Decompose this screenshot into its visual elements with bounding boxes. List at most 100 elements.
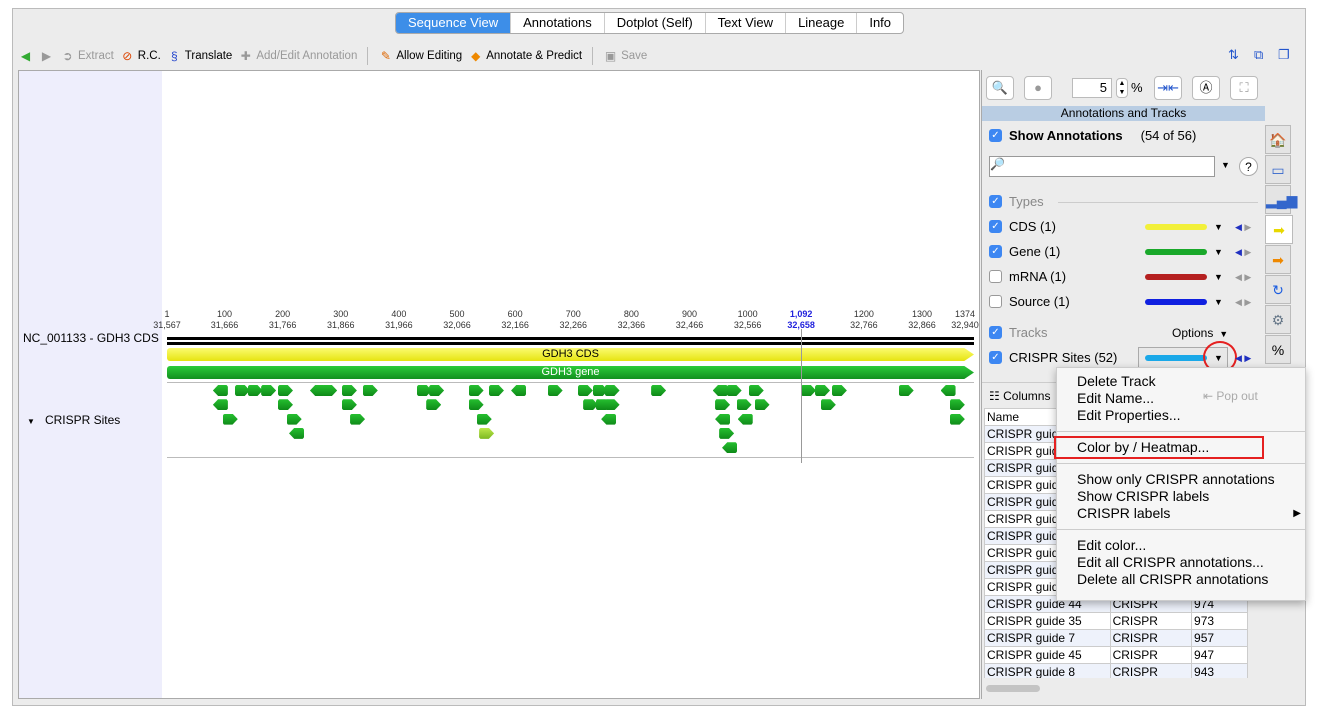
horizontal-scrollbar[interactable] (986, 685, 1040, 692)
type-dropdown-icon[interactable]: ▼ (1214, 272, 1223, 282)
track-nav-arrows[interactable]: ◀ ▶ (1235, 353, 1251, 364)
crispr-site[interactable] (322, 385, 338, 396)
split-view-icon[interactable]: ⇅ (1228, 47, 1239, 63)
show-annotations-checkbox[interactable]: ✓ (989, 129, 1002, 142)
type-checkbox[interactable]: ✓ (989, 220, 1002, 233)
type-color-swatch[interactable] (1145, 274, 1207, 280)
crispr-site[interactable] (831, 385, 847, 396)
statistics-tab[interactable]: % (1265, 335, 1291, 364)
translate-button[interactable]: § Translate (167, 49, 232, 64)
crispr-site[interactable] (651, 385, 667, 396)
type-dropdown-icon[interactable]: ▼ (1214, 222, 1223, 232)
crispr-site[interactable] (286, 413, 302, 425)
crispr-site[interactable] (583, 399, 599, 411)
menu-item-show-only-crispr-annotations[interactable]: Show only CRISPR annotations (1057, 471, 1305, 488)
crispr-site[interactable] (261, 385, 277, 396)
refresh-tab[interactable]: ↻ (1265, 275, 1291, 304)
crispr-site[interactable] (468, 399, 484, 411)
zoom-to-base-button[interactable]: Ⓐ (1192, 76, 1220, 100)
zoom-out-button[interactable]: ● (1024, 76, 1052, 100)
table-row[interactable]: CRISPR guide 7 CRISPR 957 (984, 629, 1248, 647)
crispr-site[interactable] (604, 399, 620, 411)
menu-item-show-crispr-labels[interactable]: Show CRISPR labels (1057, 488, 1305, 505)
add-edit-annotation-button[interactable]: ✚ Add/Edit Annotation (238, 49, 358, 64)
crispr-site[interactable] (476, 413, 492, 425)
crispr-site[interactable] (277, 385, 293, 396)
crispr-site[interactable] (949, 399, 965, 411)
zoom-stepper[interactable]: ▲ ▼ (1116, 78, 1128, 98)
crispr-site[interactable] (737, 413, 753, 425)
crispr-site[interactable] (577, 385, 593, 396)
graphs-tab[interactable]: ▂▄▆ (1265, 185, 1297, 214)
crispr-site[interactable] (736, 399, 752, 411)
menu-item-edit-properties[interactable]: Edit Properties... (1057, 407, 1305, 424)
crispr-site[interactable] (362, 385, 378, 396)
sequence-view[interactable]: NC_001133 - GDH3 CDS ▼ CRISPR Sites 1 31,… (18, 70, 980, 699)
type-nav-arrows[interactable]: ◀ ▶ (1235, 297, 1251, 308)
crispr-site[interactable] (289, 427, 305, 439)
settings-tab[interactable]: ⚙ (1265, 305, 1291, 334)
tracks-checkbox[interactable]: ✓ (989, 326, 1002, 339)
type-checkbox[interactable]: ✓ (989, 245, 1002, 258)
tab-lineage[interactable]: Lineage (786, 13, 858, 33)
crispr-site[interactable] (212, 385, 228, 396)
crispr-track-checkbox[interactable]: ✓ (989, 351, 1002, 364)
crispr-site[interactable] (511, 385, 527, 396)
annotations-tab[interactable]: ➡ (1265, 215, 1293, 244)
rc-button[interactable]: ⊘ R.C. (120, 49, 161, 64)
crispr-site[interactable] (341, 385, 357, 396)
tab-annotations[interactable]: Annotations (511, 13, 605, 33)
type-nav-arrows[interactable]: ◀ ▶ (1235, 272, 1251, 283)
crispr-site[interactable] (488, 385, 504, 396)
type-checkbox[interactable] (989, 295, 1002, 308)
crispr-site[interactable] (719, 427, 735, 439)
type-color-swatch[interactable] (1145, 249, 1207, 255)
crispr-site[interactable] (754, 399, 770, 411)
crispr-site[interactable] (350, 413, 366, 425)
table-row[interactable]: CRISPR guide 45 CRISPR 947 (984, 646, 1248, 664)
crispr-site[interactable] (247, 385, 263, 396)
crispr-site[interactable] (820, 399, 836, 411)
type-color-swatch[interactable] (1145, 299, 1207, 305)
menu-item-edit-color[interactable]: Edit color... (1057, 537, 1305, 554)
save-button[interactable]: ▣ Save (603, 49, 647, 64)
crispr-site[interactable] (722, 442, 738, 454)
type-dropdown-icon[interactable]: ▼ (1214, 297, 1223, 307)
menu-item-edit-all-crispr-annotations[interactable]: Edit all CRISPR annotations... (1057, 554, 1305, 571)
predict-tab[interactable]: ➡ (1265, 245, 1291, 274)
menu-item-delete-all-crispr-annotations[interactable]: Delete all CRISPR annotations (1057, 571, 1305, 588)
type-dropdown-icon[interactable]: ▼ (1214, 247, 1223, 257)
cds-annotation[interactable]: GDH3 CDS (167, 348, 974, 361)
types-checkbox[interactable]: ✓ (989, 195, 1002, 208)
type-nav-arrows[interactable]: ◀ ▶ (1235, 222, 1251, 233)
tab-info[interactable]: Info (857, 13, 903, 33)
zoom-input[interactable]: 5 (1072, 78, 1112, 98)
crispr-site[interactable] (726, 385, 742, 396)
crispr-site[interactable] (212, 399, 228, 411)
cursor-line[interactable] (801, 329, 803, 463)
show-annotations-row[interactable]: ✓ Show Annotations (54 of 56) (989, 128, 1196, 143)
help-button[interactable]: ? (1239, 157, 1258, 176)
crispr-site[interactable] (547, 385, 563, 396)
menu-item-crispr-labels[interactable]: CRISPR labels ▶ (1057, 505, 1305, 522)
menu-item-color-by-heatmap[interactable]: Color by / Heatmap... (1054, 436, 1264, 459)
crispr-site[interactable] (748, 385, 764, 396)
table-row[interactable]: CRISPR guide 35 CRISPR 973 (984, 612, 1248, 630)
crispr-site[interactable] (234, 385, 250, 396)
options-dropdown[interactable]: Options ▼ (1172, 326, 1228, 340)
popout-button[interactable]: ⇤ Pop out (1203, 389, 1258, 403)
crispr-site[interactable] (341, 399, 357, 411)
display-tab[interactable]: ▭ (1265, 155, 1291, 184)
fit-button[interactable]: ⇥⇤ (1154, 76, 1182, 100)
type-color-swatch[interactable] (1145, 224, 1207, 230)
tab-sequence-view[interactable]: Sequence View (396, 13, 512, 33)
crispr-site[interactable] (426, 399, 442, 411)
type-checkbox[interactable] (989, 270, 1002, 283)
crispr-site[interactable] (222, 413, 238, 425)
search-dropdown-icon[interactable]: ▼ (1221, 160, 1230, 170)
expand-button[interactable]: ⛶ (1230, 76, 1258, 100)
menu-item-edit-name[interactable]: Edit Name... (1057, 390, 1305, 407)
table-row[interactable]: CRISPR guide 8 CRISPR 943 (984, 663, 1248, 678)
crispr-site[interactable] (429, 385, 445, 396)
crispr-site[interactable] (715, 399, 731, 411)
